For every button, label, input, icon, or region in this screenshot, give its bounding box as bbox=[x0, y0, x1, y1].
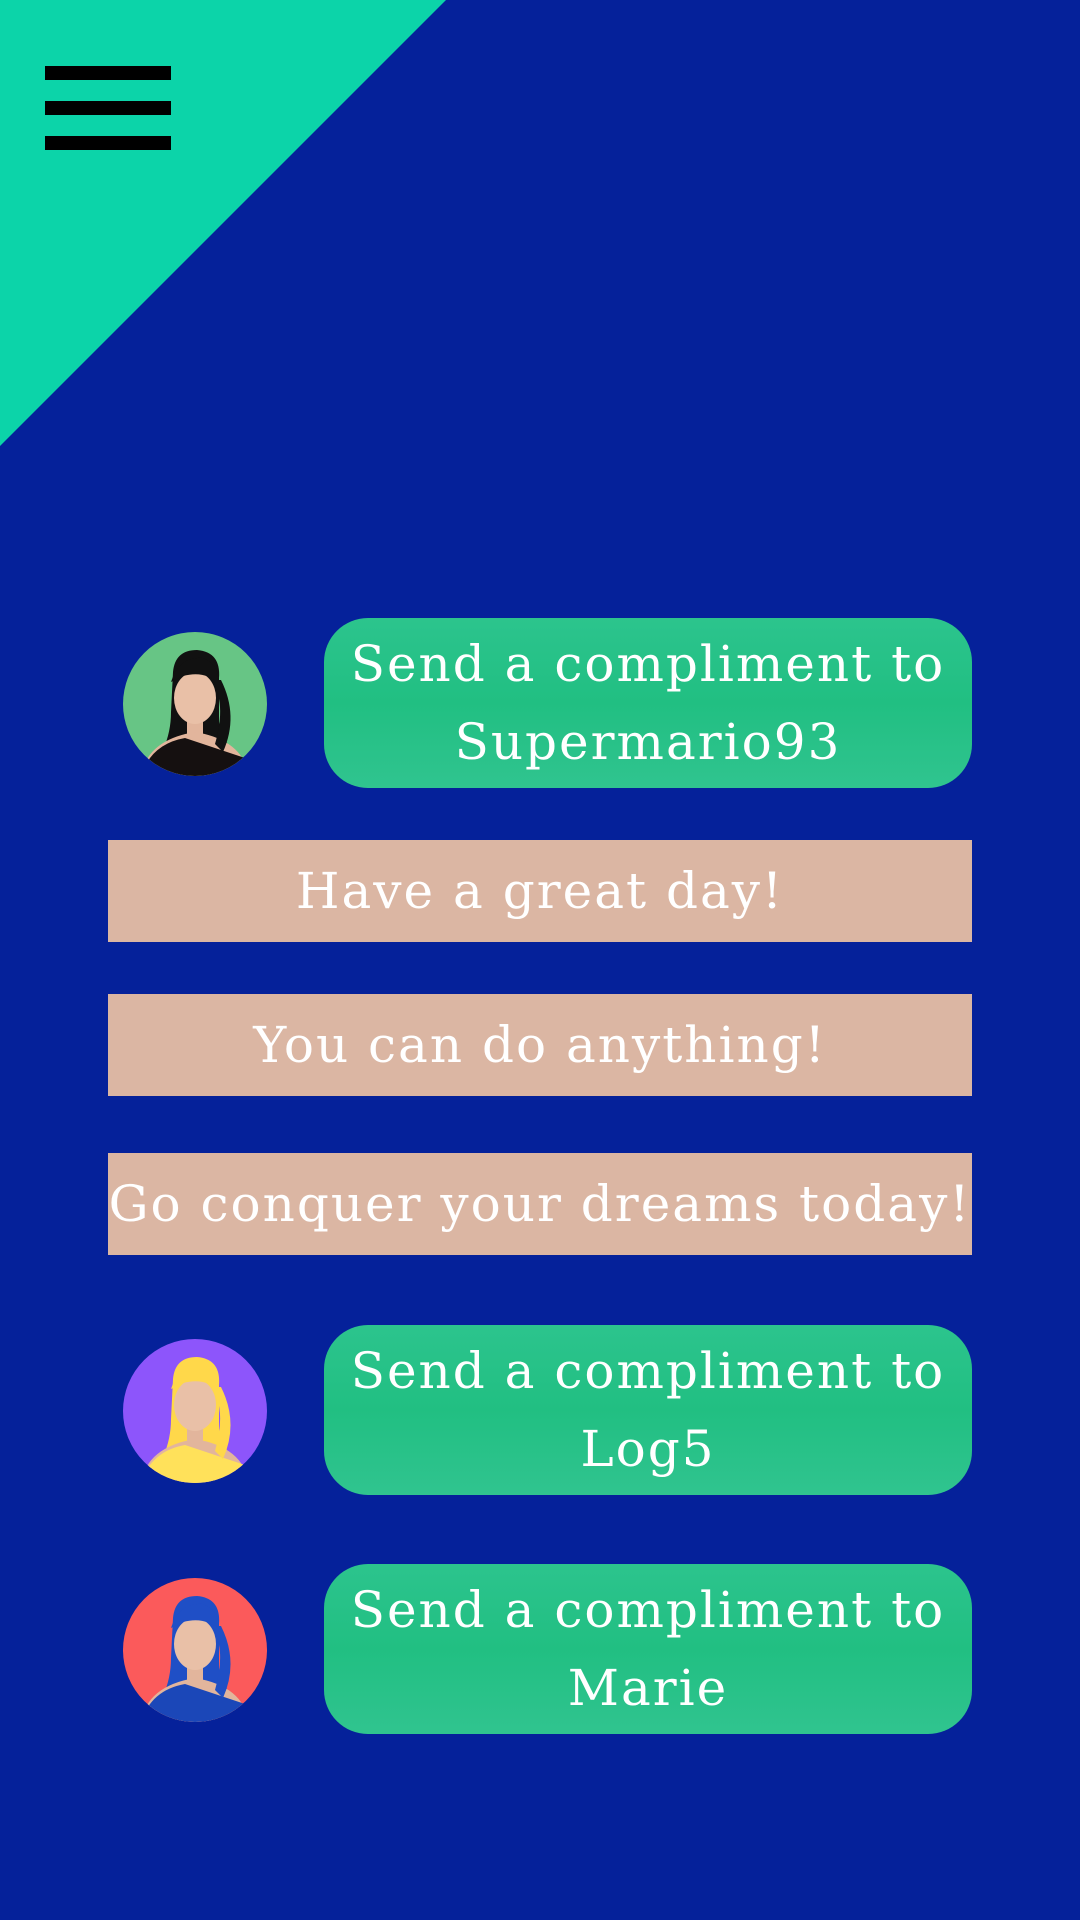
compliment-button-line1: Send a compliment to bbox=[350, 1342, 946, 1400]
menu-bar bbox=[45, 101, 171, 115]
avatar-woman-blonde-hair-icon bbox=[123, 1339, 267, 1483]
compliment-button-username: Log5 bbox=[580, 1420, 716, 1478]
message-option-do-anything[interactable]: You can do anything! bbox=[108, 994, 972, 1096]
compliment-button-line1: Send a compliment to bbox=[350, 635, 946, 693]
message-option-conquer-dreams[interactable]: Go conquer your dreams today! bbox=[108, 1153, 972, 1255]
avatar-woman-black-hair-icon bbox=[123, 632, 267, 776]
compliment-button-supermario93[interactable]: Send a compliment to Supermario93 bbox=[324, 618, 972, 788]
compliment-button-marie[interactable]: Send a compliment to Marie bbox=[324, 1564, 972, 1734]
avatar-woman-blue-hair-icon bbox=[123, 1578, 267, 1722]
menu-bar bbox=[45, 66, 171, 80]
hamburger-menu-icon[interactable] bbox=[45, 66, 171, 150]
compliment-button-line1: Send a compliment to bbox=[350, 1581, 946, 1639]
menu-bar bbox=[45, 136, 171, 150]
compliment-button-log5[interactable]: Send a compliment to Log5 bbox=[324, 1325, 972, 1495]
compliment-button-username: Marie bbox=[567, 1659, 729, 1717]
compliment-button-username: Supermario93 bbox=[454, 713, 842, 771]
message-option-great-day[interactable]: Have a great day! bbox=[108, 840, 972, 942]
